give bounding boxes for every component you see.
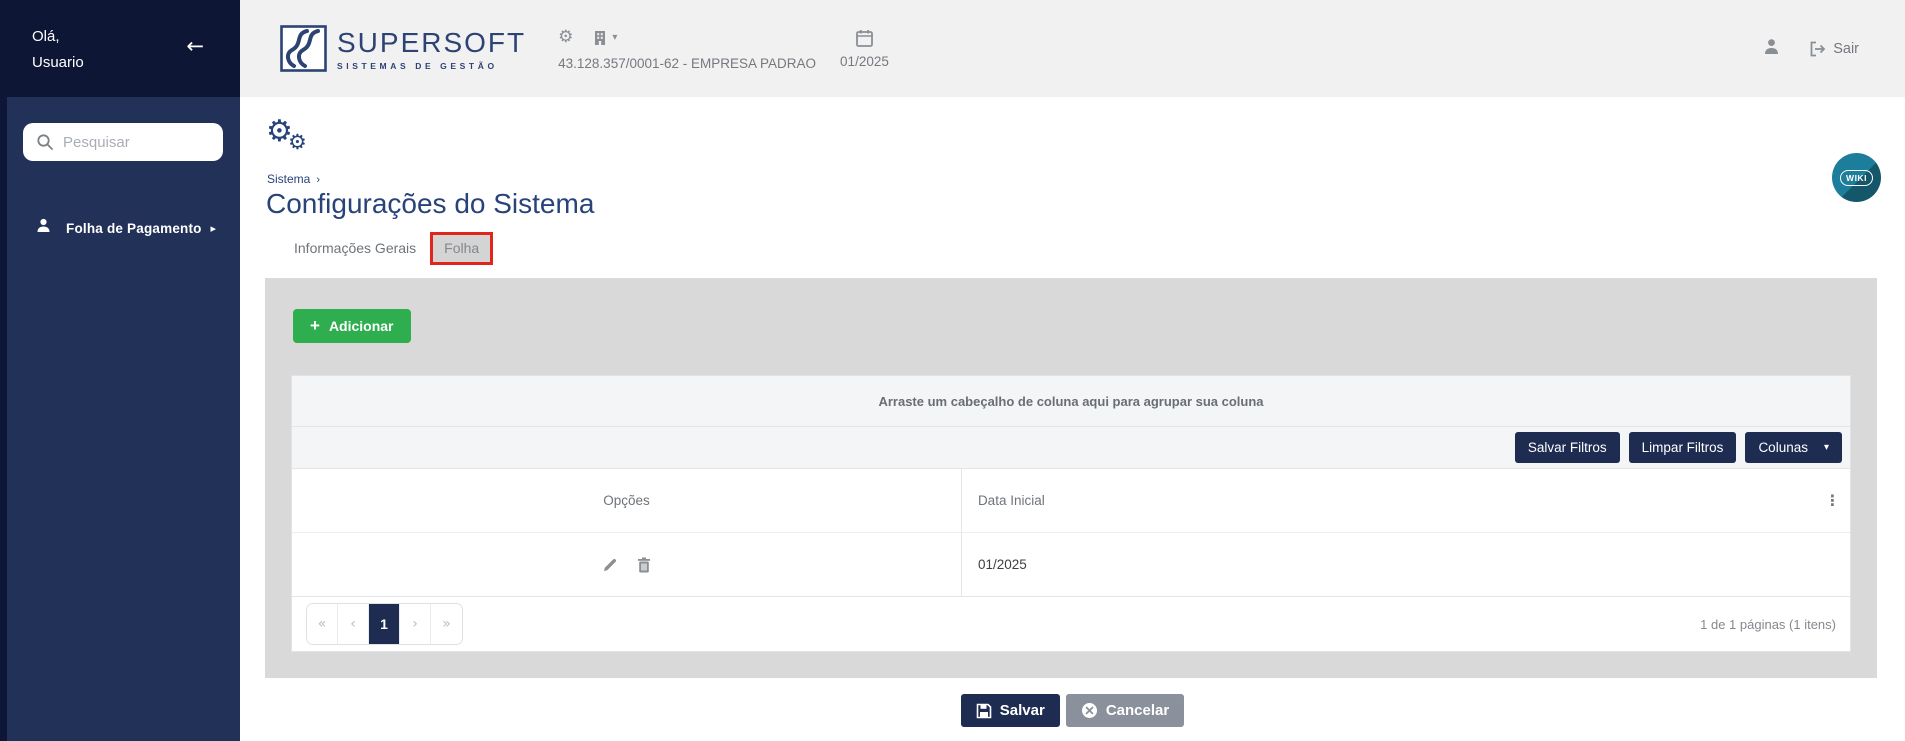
delete-button[interactable] xyxy=(635,555,653,575)
data-grid: Arraste um cabeçalho de coluna aqui para… xyxy=(291,375,1851,652)
group-drop-zone[interactable]: Arraste um cabeçalho de coluna aqui para… xyxy=(292,376,1850,426)
company-selector: ⚙ ▾ 43.128.357/0001-62 - EMPRESA PADRAO xyxy=(558,27,816,71)
breadcrumb[interactable]: Sistema › xyxy=(267,172,320,186)
add-button-label: Adicionar xyxy=(328,318,394,334)
column-header-data-inicial[interactable]: Data Inicial ⋮ xyxy=(962,469,1850,532)
tab-informacoes-gerais[interactable]: Informações Gerais xyxy=(280,232,430,265)
prev-page-button[interactable]: ‹ xyxy=(338,604,369,644)
trash-icon xyxy=(637,557,650,572)
last-page-button[interactable]: » xyxy=(431,604,462,644)
company-icons: ⚙ ▾ xyxy=(558,27,816,49)
period-selector[interactable]: 01/2025 xyxy=(840,29,889,69)
column-menu-icon[interactable]: ⋮ xyxy=(1825,493,1840,508)
plus-icon: + xyxy=(310,316,320,336)
breadcrumb-separator: › xyxy=(316,174,321,186)
wiki-label: WIKI xyxy=(1840,169,1873,186)
pencil-icon xyxy=(603,558,617,571)
settings-gear-icon[interactable]: ⚙ xyxy=(558,29,573,46)
main-content: ⚙ ⚙ Sistema › Configurações do Sistema WI… xyxy=(240,97,1905,741)
column-header-opcoes[interactable]: Opções xyxy=(292,469,962,532)
circle-x-icon xyxy=(1081,703,1097,718)
breadcrumb-item[interactable]: Sistema xyxy=(267,172,310,186)
tab-folha[interactable]: Folha xyxy=(430,232,494,265)
clear-filters-button[interactable]: Limpar Filtros xyxy=(1628,432,1737,463)
row-actions-cell xyxy=(292,533,962,596)
tab-bar: Informações Gerais Folha xyxy=(280,232,494,265)
columns-dropdown-button[interactable]: Colunas ▾ xyxy=(1745,432,1842,463)
wiki-badge[interactable]: WIKI xyxy=(1832,153,1881,202)
user-icon xyxy=(35,217,52,239)
tab-content-panel: + Adicionar Arraste um cabeçalho de colu… xyxy=(265,278,1877,678)
logout-label: Sair xyxy=(1833,40,1859,57)
company-name[interactable]: 43.128.357/0001-62 - EMPRESA PADRAO xyxy=(558,56,816,71)
period-value: 01/2025 xyxy=(840,53,889,69)
logo[interactable]: SUPERSOFT SISTEMAS DE GESTÃO xyxy=(280,25,526,72)
sidebar-search xyxy=(23,123,224,161)
company-dropdown[interactable]: ▾ xyxy=(593,30,617,46)
save-button[interactable]: Salvar xyxy=(960,694,1060,727)
building-icon xyxy=(595,30,606,45)
group-hint-text: Arraste um cabeçalho de coluna aqui para… xyxy=(878,393,1264,409)
chevron-down-icon: ▾ xyxy=(612,31,618,43)
add-button[interactable]: + Adicionar xyxy=(293,309,411,343)
cancel-button[interactable]: Cancelar xyxy=(1065,694,1185,727)
row-data-inicial-cell: 01/2025 xyxy=(977,557,1027,572)
collapse-sidebar-icon[interactable]: ← xyxy=(186,36,204,57)
page-1-button[interactable]: 1 xyxy=(369,604,400,644)
calendar-icon xyxy=(856,29,873,47)
logout-icon xyxy=(1810,41,1826,56)
grid-toolbar: Salvar Filtros Limpar Filtros Colunas ▾ xyxy=(292,426,1850,468)
sidebar-body: Folha de Pagamento ▸ xyxy=(7,97,240,741)
sidebar-item-label: Folha de Pagamento xyxy=(66,220,202,236)
save-filters-button[interactable]: Salvar Filtros xyxy=(1514,432,1620,463)
logo-title: SUPERSOFT xyxy=(337,26,527,58)
sidebar: Olá, Usuario ← Folha de Pagamento ▸ xyxy=(0,0,240,741)
first-page-button[interactable]: « xyxy=(307,604,338,644)
sidebar-user-greeting: Olá, Usuario ← xyxy=(0,0,240,97)
table-row[interactable]: 01/2025 xyxy=(292,532,1850,596)
footer-actions: Salvar Cancelar xyxy=(240,694,1905,727)
logo-text: SUPERSOFT SISTEMAS DE GESTÃO xyxy=(337,27,526,71)
chevron-right-icon: ▸ xyxy=(210,221,216,235)
columns-label: Colunas xyxy=(1758,440,1808,455)
next-page-button[interactable]: › xyxy=(400,604,431,644)
grid-pagination-row: « ‹ 1 › » 1 de 1 páginas (1 itens) xyxy=(292,596,1850,651)
logo-subtitle: SISTEMAS DE GESTÃO xyxy=(337,60,498,71)
supersoft-logo-icon xyxy=(280,25,327,72)
top-header: SUPERSOFT SISTEMAS DE GESTÃO ⚙ ▾ 43.128.… xyxy=(240,0,1905,97)
pagination-info: 1 de 1 páginas (1 itens) xyxy=(1700,616,1836,632)
page-title: Configurações do Sistema xyxy=(266,188,595,219)
system-gears-icon: ⚙ ⚙ xyxy=(266,114,307,154)
sidebar-item-folha-de-pagamento[interactable]: Folha de Pagamento ▸ xyxy=(7,209,240,247)
search-icon xyxy=(36,133,54,156)
logout-button[interactable]: Sair xyxy=(1809,41,1859,57)
save-button-label: Salvar xyxy=(999,702,1045,719)
edit-button[interactable] xyxy=(600,555,620,575)
cancel-button-label: Cancelar xyxy=(1105,702,1170,719)
header-right: Sair xyxy=(1762,37,1859,61)
chevron-down-icon: ▾ xyxy=(1823,441,1829,453)
grid-header-row: Opções Data Inicial ⋮ xyxy=(292,468,1850,532)
pager: « ‹ 1 › » xyxy=(306,603,463,645)
floppy-disk-icon xyxy=(976,703,992,718)
profile-icon[interactable] xyxy=(1762,37,1781,61)
